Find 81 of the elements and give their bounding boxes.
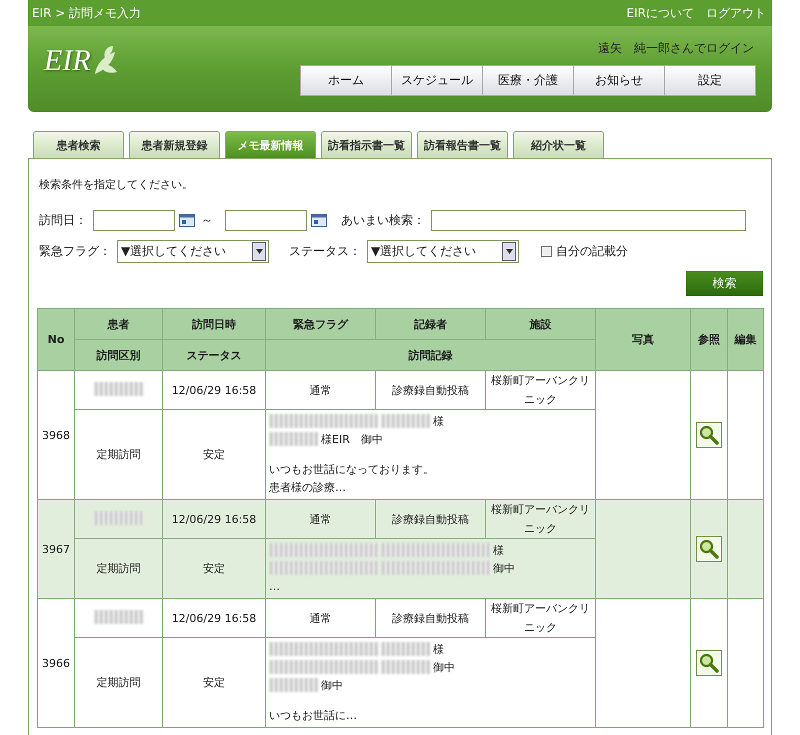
nav-button[interactable]: ホーム bbox=[300, 65, 392, 96]
calendar-icon[interactable] bbox=[311, 214, 327, 227]
redacted-text bbox=[381, 642, 431, 656]
record-text: 様 bbox=[433, 642, 444, 656]
field-label: 緊急フラグ： bbox=[39, 243, 111, 260]
breadcrumb: EIR > 訪問メモ入力 bbox=[32, 4, 142, 22]
nav-button[interactable]: 設定 bbox=[664, 65, 756, 96]
nav-button[interactable]: スケジュール bbox=[391, 65, 483, 96]
column-header: 緊急フラグ bbox=[266, 308, 376, 340]
table-cell: 通常 bbox=[266, 500, 376, 538]
table-cell: 診療録自動投稿 bbox=[376, 500, 486, 538]
checkbox[interactable] bbox=[541, 246, 552, 257]
column-header: 訪問日時 bbox=[162, 308, 266, 340]
table-cell: 安定 bbox=[162, 538, 266, 598]
redacted-text bbox=[381, 660, 431, 674]
table-cell: 桜新町アーバンクリニック bbox=[486, 370, 596, 410]
tab[interactable]: 紹介状一覧 bbox=[513, 131, 604, 158]
column-header: 訪問記録 bbox=[266, 340, 596, 370]
login-user-text: 遠矢 純一郎さんでログイン bbox=[598, 40, 754, 57]
table-cell: 桜新町アーバンクリニック bbox=[486, 500, 596, 538]
table-cell: 安定 bbox=[162, 638, 266, 728]
nav-button[interactable]: 医療・介護 bbox=[482, 65, 574, 96]
column-header: 訪問区別 bbox=[74, 340, 162, 370]
field-label: 訪問日： bbox=[39, 212, 87, 229]
tab[interactable]: 訪看報告書一覧 bbox=[417, 131, 508, 158]
record-text: … bbox=[269, 580, 280, 592]
record-text: 患者様の診療… bbox=[269, 480, 346, 494]
calendar-icon[interactable] bbox=[179, 214, 195, 227]
redacted-text bbox=[269, 432, 319, 446]
instruction-text: 検索条件を指定してください。 bbox=[39, 177, 194, 192]
search-field[interactable] bbox=[431, 210, 746, 231]
table-cell: 定期訪問 bbox=[74, 538, 162, 598]
column-header: 記録者 bbox=[376, 308, 486, 340]
table-cell: 3968 bbox=[38, 370, 74, 500]
column-header: 患者 bbox=[74, 308, 162, 340]
record-text: 様 bbox=[493, 542, 504, 558]
field-label: ステータス： bbox=[289, 243, 361, 260]
table-cell: 3966 bbox=[38, 598, 74, 728]
magnifier-icon[interactable] bbox=[696, 536, 722, 562]
status-dropdown[interactable]: ▼選択してください bbox=[367, 240, 519, 263]
redacted-text bbox=[269, 678, 319, 692]
date-field[interactable] bbox=[93, 210, 175, 231]
table-cell: 診療録自動投稿 bbox=[376, 370, 486, 410]
table-cell: 診療録自動投稿 bbox=[376, 598, 486, 638]
logo-text: EIR bbox=[44, 44, 91, 78]
record-text: 様 bbox=[433, 414, 444, 428]
column-header: 編集 bbox=[728, 308, 764, 370]
column-header: No bbox=[38, 308, 74, 370]
magnifier-icon[interactable] bbox=[696, 422, 722, 448]
checkbox-label: 自分の記載分 bbox=[556, 243, 628, 260]
field-label: あいまい検索： bbox=[341, 212, 425, 229]
range-separator: ～ bbox=[201, 212, 213, 229]
column-header: 参照 bbox=[690, 308, 728, 370]
record-text: いつもお世話に… bbox=[269, 708, 357, 722]
table-cell: 定期訪問 bbox=[74, 638, 162, 728]
record-text: 御中 bbox=[493, 560, 515, 576]
tab[interactable]: 患者新規登録 bbox=[129, 131, 220, 158]
column-header: 写真 bbox=[596, 308, 690, 370]
table-cell: 12/06/29 16:58 bbox=[162, 370, 266, 410]
tab[interactable]: 患者検索 bbox=[33, 131, 124, 158]
redacted-text bbox=[381, 414, 431, 428]
tab[interactable]: 訪看指示書一覧 bbox=[321, 131, 412, 158]
table-cell: 通常 bbox=[266, 598, 376, 638]
table-cell: 12/06/29 16:58 bbox=[162, 500, 266, 538]
table-cell: 12/06/29 16:58 bbox=[162, 598, 266, 638]
magnifier-icon[interactable] bbox=[696, 650, 722, 676]
search-button[interactable]: 検索 bbox=[686, 271, 763, 296]
table-cell: 通常 bbox=[266, 370, 376, 410]
date-field[interactable] bbox=[225, 210, 307, 231]
caret-icon bbox=[506, 249, 512, 254]
column-header: 施設 bbox=[486, 308, 596, 340]
flag-dropdown[interactable]: ▼選択してください bbox=[117, 240, 269, 263]
caret-icon bbox=[256, 249, 262, 254]
column-header: ステータス bbox=[162, 340, 266, 370]
record-text: いつもお世話になっております。 bbox=[269, 462, 434, 476]
table-cell: 3967 bbox=[38, 500, 74, 598]
record-text: 御中 bbox=[321, 678, 343, 692]
record-text: 様EIR 御中 bbox=[321, 432, 383, 446]
table-cell: 桜新町アーバンクリニック bbox=[486, 598, 596, 638]
record-text: 御中 bbox=[433, 660, 455, 674]
nav-button[interactable]: お知らせ bbox=[573, 65, 665, 96]
